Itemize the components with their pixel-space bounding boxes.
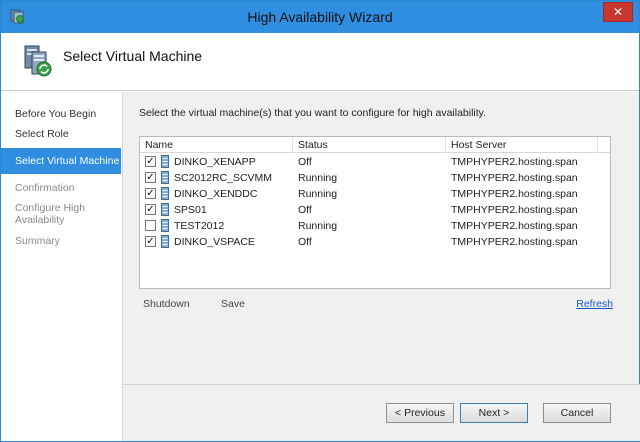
table-header: Name Status Host Server — [140, 137, 610, 153]
vm-table: Name Status Host Server ✓ DINKO_XENAPP O… — [139, 136, 611, 289]
table-actions: Shutdown Save Refresh — [143, 298, 613, 312]
wizard-steps: Before You Begin Select Role Select Virt… — [1, 92, 121, 441]
cluster-server-icon — [24, 45, 52, 77]
checkbox[interactable]: ✓ — [145, 188, 156, 199]
vm-name: DINKO_VSPACE — [174, 236, 255, 248]
table-row[interactable]: ✓ DINKO_VSPACE Off TMPHYPER2.hosting.spa… — [140, 234, 610, 250]
column-header-status[interactable]: Status — [293, 137, 446, 153]
server-icon — [161, 187, 169, 200]
vm-status: Off — [298, 156, 312, 168]
shutdown-action: Shutdown — [143, 298, 190, 310]
vm-status: Running — [298, 188, 338, 200]
vm-host: TMPHYPER2.hosting.span — [451, 188, 578, 200]
instruction-text: Select the virtual machine(s) that you w… — [139, 107, 487, 119]
window-title: High Availability Wizard — [247, 9, 393, 25]
vm-name: DINKO_XENDDC — [174, 188, 258, 200]
previous-button[interactable]: < Previous — [386, 403, 454, 423]
wizard-window: High Availability Wizard ✕ Select Virtua… — [0, 0, 640, 442]
table-row[interactable]: ✓ DINKO_XENDDC Running TMPHYPER2.hosting… — [140, 186, 610, 202]
table-row[interactable]: ✓ SPS01 Off TMPHYPER2.hosting.span — [140, 202, 610, 218]
vm-status: Off — [298, 204, 312, 216]
checkbox[interactable] — [145, 220, 156, 231]
checkbox[interactable]: ✓ — [145, 236, 156, 247]
vm-host: TMPHYPER2.hosting.span — [451, 204, 578, 216]
close-button[interactable]: ✕ — [603, 2, 633, 22]
nav-item-configure-high-availability: Configure High Availability — [15, 202, 86, 226]
vm-host: TMPHYPER2.hosting.span — [451, 236, 578, 248]
nav-item-select-role[interactable]: Select Role — [1, 128, 121, 140]
nav-item-select-virtual-machine[interactable]: Select Virtual Machine — [1, 148, 121, 174]
server-icon — [161, 171, 169, 184]
vm-status: Running — [298, 220, 338, 232]
checkbox[interactable]: ✓ — [145, 172, 156, 183]
refresh-link[interactable]: Refresh — [576, 298, 613, 310]
server-icon — [161, 203, 169, 216]
vm-host: TMPHYPER2.hosting.span — [451, 220, 578, 232]
nav-item-before-you-begin[interactable]: Before You Begin — [1, 108, 121, 120]
cancel-button[interactable]: Cancel — [543, 403, 611, 423]
next-button[interactable]: Next > — [460, 403, 528, 423]
server-icon — [161, 235, 169, 248]
server-icon — [161, 155, 169, 168]
title-bar[interactable]: High Availability Wizard ✕ — [1, 1, 639, 33]
vm-host: TMPHYPER2.hosting.span — [451, 172, 578, 184]
nav-item-summary: Summary — [15, 235, 60, 247]
save-action: Save — [221, 298, 245, 310]
table-row[interactable]: TEST2012 Running TMPHYPER2.hosting.span — [140, 218, 610, 234]
column-header-host-server[interactable]: Host Server — [446, 137, 598, 153]
vm-status: Running — [298, 172, 338, 184]
table-row[interactable]: ✓ DINKO_XENAPP Off TMPHYPER2.hosting.spa… — [140, 154, 610, 170]
vm-host: TMPHYPER2.hosting.span — [451, 156, 578, 168]
page-title: Select Virtual Machine — [63, 48, 203, 64]
vm-name: SC2012RC_SCVMM — [174, 172, 273, 184]
nav-item-confirmation: Confirmation — [15, 182, 75, 194]
checkbox[interactable]: ✓ — [145, 204, 156, 215]
checkbox[interactable]: ✓ — [145, 156, 156, 167]
wizard-header: Select Virtual Machine — [1, 33, 639, 91]
vm-status: Off — [298, 236, 312, 248]
vm-name: SPS01 — [174, 204, 207, 216]
column-header-name[interactable]: Name — [140, 137, 293, 153]
main-panel: Select the virtual machine(s) that you w… — [122, 92, 640, 441]
server-icon — [161, 219, 169, 232]
vm-name: DINKO_XENAPP — [174, 156, 256, 168]
table-row[interactable]: ✓ SC2012RC_SCVMM Running TMPHYPER2.hosti… — [140, 170, 610, 186]
vm-name: TEST2012 — [174, 220, 225, 232]
wizard-footer: < Previous Next > Cancel — [123, 384, 640, 441]
